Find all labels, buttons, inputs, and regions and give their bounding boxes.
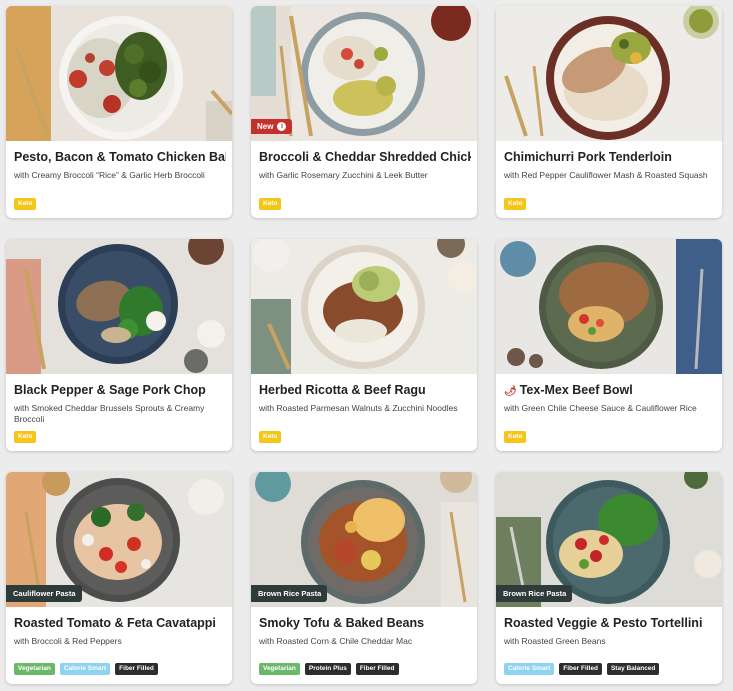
recipe-title-text: Tex-Mex Beef Bowl <box>519 383 633 397</box>
recipe-title: Herbed Ricotta & Beef Ragu <box>259 383 426 397</box>
tag-list: Keto <box>504 431 527 443</box>
recipe-photo <box>6 239 232 374</box>
chili-pepper-icon: 🌶 <box>504 386 517 397</box>
tag-stay-balanced: Stay Balanced <box>606 663 660 675</box>
recipe-title: Roasted Veggie & Pesto Tortellini <box>504 616 703 630</box>
recipe-card[interactable]: Cauliflower Pasta Roasted Tomato & Feta … <box>6 472 232 684</box>
tag-fiber-filled: Fiber Filled <box>559 663 602 675</box>
recipe-title: Black Pepper & Sage Pork Chop <box>14 383 206 397</box>
recipe-card[interactable]: Herbed Ricotta & Beef Ragu with Roasted … <box>251 239 477 451</box>
tag-fiber-filled: Fiber Filled <box>355 663 399 675</box>
recipe-title: 🌶 Tex-Mex Beef Bowl <box>504 383 716 397</box>
tag-list: Vegetarian Calorie Smart Fiber Filled <box>14 663 158 675</box>
recipe-subtitle: with Broccoli & Red Peppers <box>14 636 122 646</box>
tag-list: Vegetarian Protein Plus Fiber Filled <box>259 663 399 675</box>
recipe-title: Chimichurri Pork Tenderloin <box>504 150 672 164</box>
recipe-subtitle: with Garlic Rosemary Zucchini & Leek But… <box>259 170 428 180</box>
tag-protein-plus: Protein Plus <box>304 663 351 675</box>
tag-calorie-smart: Calorie Smart <box>59 663 111 675</box>
recipe-title: Smoky Tofu & Baked Beans <box>259 616 425 630</box>
recipe-title: Roasted Tomato & Feta Cavatappi <box>14 616 216 630</box>
recipe-subtitle: with Smoked Cheddar Brussels Sprouts & C… <box>14 403 205 424</box>
recipe-photo <box>496 6 722 141</box>
recipe-photo <box>6 6 232 141</box>
recipe-title: Broccoli & Cheddar Shredded Chicken <box>259 150 471 164</box>
tag-keto: Keto <box>504 431 527 443</box>
recipe-subtitle: with Creamy Broccoli “Rice” & Garlic Her… <box>14 170 205 180</box>
recipe-photo <box>496 239 722 374</box>
tag-list: Calorie Smart Fiber Filled Stay Balanced <box>504 663 660 675</box>
recipe-subtitle: with Green Chile Cheese Sauce & Cauliflo… <box>504 403 697 413</box>
tag-keto: Keto <box>504 198 527 210</box>
recipe-photo <box>251 239 477 374</box>
recipe-subtitle: with Roasted Corn & Chile Cheddar Mac <box>259 636 413 646</box>
info-icon[interactable]: i <box>277 122 287 131</box>
recipe-subtitle: with Red Pepper Cauliflower Mash & Roast… <box>504 170 708 180</box>
recipe-card[interactable]: 🌶 Tex-Mex Beef Bowl with Green Chile Chee… <box>496 239 722 451</box>
recipe-subtitle: with Roasted Parmesan Walnuts & Zucchini… <box>259 403 458 413</box>
tag-list: Keto <box>504 198 527 210</box>
tag-keto: Keto <box>259 431 282 443</box>
tag-vegetarian: Vegetarian <box>259 663 300 675</box>
pasta-badge: Brown Rice Pasta <box>496 585 573 602</box>
tag-list: Keto <box>259 431 282 443</box>
pasta-badge: Brown Rice Pasta <box>251 585 328 602</box>
recipe-card[interactable]: New i Broccoli & Cheddar Shredded Chicke… <box>251 6 477 218</box>
tag-keto: Keto <box>259 198 282 210</box>
tag-list: Keto <box>14 431 37 443</box>
new-badge[interactable]: New i <box>251 119 293 134</box>
tag-vegetarian: Vegetarian <box>14 663 55 675</box>
recipe-card[interactable]: Chimichurri Pork Tenderloin with Red Pep… <box>496 6 722 218</box>
tag-keto: Keto <box>14 198 37 210</box>
recipe-card[interactable]: Black Pepper & Sage Pork Chop with Smoke… <box>6 239 232 451</box>
tag-keto: Keto <box>14 431 37 443</box>
recipe-card[interactable]: Brown Rice Pasta Smoky Tofu & Baked Bean… <box>251 472 477 684</box>
new-badge-label: New <box>257 122 274 131</box>
tag-fiber-filled: Fiber Filled <box>115 663 158 675</box>
tag-calorie-smart: Calorie Smart <box>504 663 555 675</box>
recipe-card[interactable]: Brown Rice Pasta Roasted Veggie & Pesto … <box>496 472 722 684</box>
tag-list: Keto <box>14 198 37 210</box>
recipe-title: Pesto, Bacon & Tomato Chicken Bake <box>14 150 226 164</box>
recipe-card[interactable]: Pesto, Bacon & Tomato Chicken Bake with … <box>6 6 232 218</box>
recipe-subtitle: with Roasted Green Beans <box>504 636 606 646</box>
tag-list: Keto <box>259 198 282 210</box>
pasta-badge: Cauliflower Pasta <box>6 585 82 602</box>
recipe-grid: Pesto, Bacon & Tomato Chicken Bake with … <box>0 0 733 691</box>
